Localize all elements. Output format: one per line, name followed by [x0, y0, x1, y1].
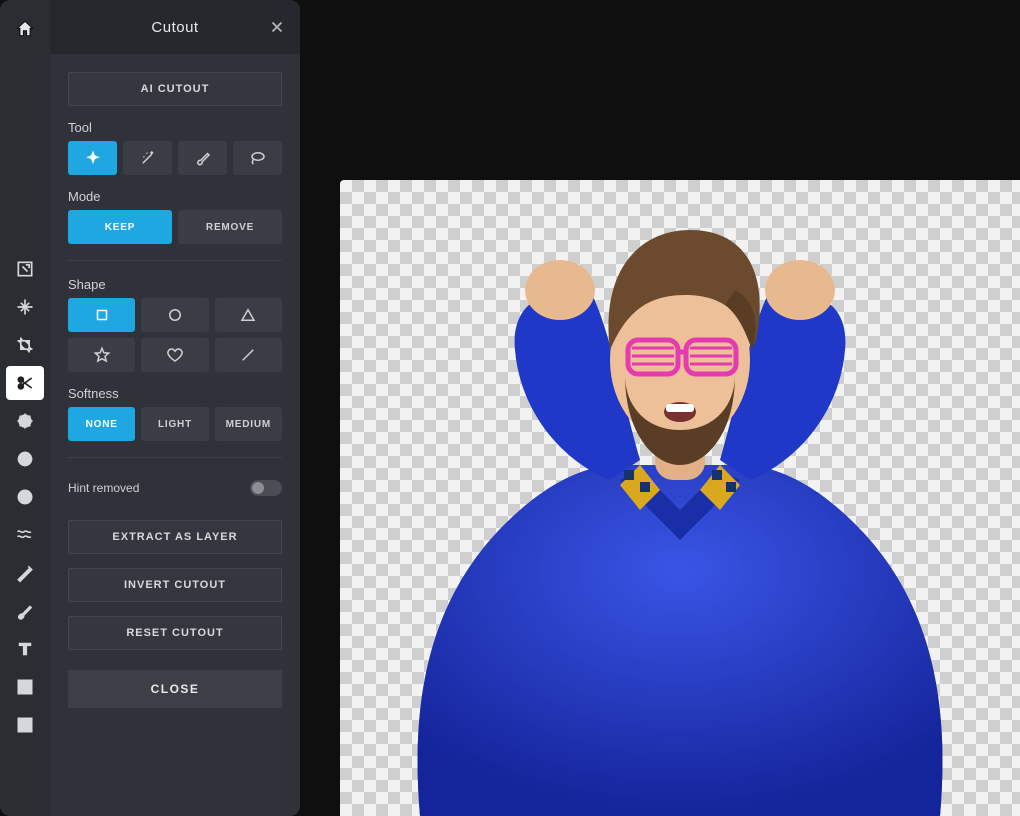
tool-magic-button[interactable] [68, 141, 117, 175]
panel-header: Cutout [50, 0, 300, 54]
shape-line-button[interactable] [215, 338, 282, 372]
reset-cutout-button[interactable]: RESET CUTOUT [68, 616, 282, 650]
adjust-icon[interactable] [6, 404, 44, 438]
draw-icon[interactable] [6, 594, 44, 628]
crop-icon[interactable] [6, 328, 44, 362]
frame-icon[interactable] [6, 708, 44, 742]
mode-label: Mode [68, 189, 282, 204]
close-icon[interactable] [268, 18, 286, 36]
effect-icon[interactable] [6, 480, 44, 514]
divider [68, 457, 282, 458]
canvas[interactable] [340, 180, 1020, 816]
ai-cutout-button[interactable]: AI CUTOUT [68, 72, 282, 106]
panel-title: Cutout [151, 19, 198, 36]
tool-rail [0, 0, 50, 816]
open-image-icon[interactable] [6, 252, 44, 286]
tool-lasso-button[interactable] [233, 141, 282, 175]
shape-circle-button[interactable] [141, 298, 208, 332]
divider [68, 260, 282, 261]
softness-label: Softness [68, 386, 282, 401]
invert-cutout-button[interactable]: INVERT CUTOUT [68, 568, 282, 602]
cutout-panel: Cutout AI CUTOUT Tool [50, 0, 300, 816]
shape-label: Shape [68, 277, 282, 292]
text-icon[interactable] [6, 632, 44, 666]
tool-label: Tool [68, 120, 282, 135]
filter-icon[interactable] [6, 442, 44, 476]
tool-wand-button[interactable] [123, 141, 172, 175]
softness-medium-button[interactable]: MEDIUM [215, 407, 282, 441]
element-icon[interactable] [6, 670, 44, 704]
close-button[interactable]: CLOSE [68, 670, 282, 708]
hint-removed-label: Hint removed [68, 481, 139, 495]
shape-heart-button[interactable] [141, 338, 208, 372]
home-button[interactable] [10, 14, 40, 44]
cutout-icon[interactable] [6, 366, 44, 400]
extract-layer-button[interactable]: EXTRACT AS LAYER [68, 520, 282, 554]
arrange-icon[interactable] [6, 290, 44, 324]
retouch-icon[interactable] [6, 556, 44, 590]
softness-light-button[interactable]: LIGHT [141, 407, 208, 441]
shape-star-button[interactable] [68, 338, 135, 372]
subject-image [340, 180, 1020, 816]
hint-removed-toggle[interactable] [250, 480, 282, 496]
canvas-area [300, 0, 1020, 816]
shape-triangle-button[interactable] [215, 298, 282, 332]
shape-rect-button[interactable] [68, 298, 135, 332]
softness-none-button[interactable]: NONE [68, 407, 135, 441]
mode-keep-button[interactable]: KEEP [68, 210, 172, 244]
mode-remove-button[interactable]: REMOVE [178, 210, 282, 244]
tool-brush-button[interactable] [178, 141, 227, 175]
liquify-icon[interactable] [6, 518, 44, 552]
